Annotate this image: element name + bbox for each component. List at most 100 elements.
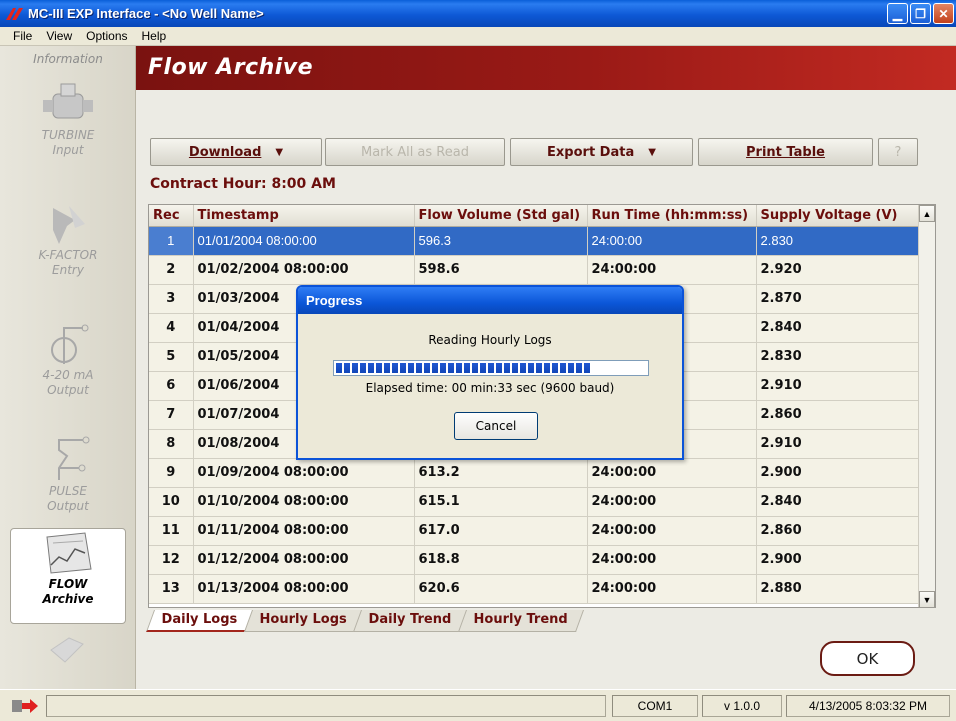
- table-cell: 617.0: [414, 516, 588, 546]
- table-row[interactable]: 12 01/12/2004 08:00:00 618.8 24:00:00 2.900: [149, 545, 920, 575]
- scroll-up-icon[interactable]: ▲: [919, 205, 935, 222]
- table-cell: 615.1: [414, 487, 588, 517]
- table-cell: 2.920: [756, 255, 920, 285]
- sidebar-item-sublabel: Output: [47, 499, 89, 513]
- print-table-button[interactable]: Print Table: [698, 138, 873, 166]
- table-cell: 2.870: [756, 284, 920, 314]
- progress-segment: [400, 363, 406, 373]
- sidebar-item-label: 4-20 mA: [42, 368, 94, 382]
- exit-icon[interactable]: [10, 697, 40, 715]
- sidebar-item-information[interactable]: Information: [0, 52, 136, 66]
- close-button[interactable]: ✕: [933, 3, 954, 24]
- table-cell: 01/09/2004 08:00:00: [193, 458, 415, 488]
- progress-segment: [544, 363, 550, 373]
- table-cell: 10: [149, 487, 194, 517]
- maximize-button[interactable]: ❐: [910, 3, 931, 24]
- table-cell: 7: [149, 400, 194, 430]
- menu-view[interactable]: View: [39, 29, 79, 43]
- table-cell: 2.830: [756, 342, 920, 372]
- table-row[interactable]: 9 01/09/2004 08:00:00 613.2 24:00:00 2.900: [149, 458, 920, 488]
- ok-button[interactable]: OK: [820, 641, 915, 676]
- column-header-run-time[interactable]: Run Time (hh:mm:ss): [587, 205, 757, 227]
- table-cell: 24:00:00: [587, 574, 757, 604]
- title-bar[interactable]: MC-III EXP Interface - <No Well Name> ▁ …: [0, 0, 956, 27]
- contract-hour: Contract Hour: 8:00 AM: [150, 176, 336, 192]
- tab-hourly-trend[interactable]: Hourly Trend: [457, 610, 584, 632]
- window-title: MC-III EXP Interface - <No Well Name>: [28, 6, 264, 21]
- menu-file[interactable]: File: [6, 29, 39, 43]
- progress-segment: [576, 363, 582, 373]
- status-bar: COM1 v 1.0.0 4/13/2005 8:03:32 PM: [0, 689, 956, 721]
- help-button[interactable]: ?: [878, 138, 918, 166]
- sidebar-item-flow-archive[interactable]: FLOW Archive: [10, 528, 126, 624]
- table-cell: 2.860: [756, 516, 920, 546]
- column-header-rec[interactable]: Rec: [149, 205, 194, 227]
- sidebar-item-sublabel: Entry: [52, 263, 84, 277]
- column-header-timestamp[interactable]: Timestamp: [193, 205, 415, 227]
- table-cell: 2: [149, 255, 194, 285]
- table-row[interactable]: 1 01/01/2004 08:00:00 596.3 24:00:00 2.830: [149, 226, 920, 256]
- column-header-supply-voltage[interactable]: Supply Voltage (V): [756, 205, 920, 227]
- column-header-flow-volume[interactable]: Flow Volume (Std gal): [414, 205, 588, 227]
- menu-help[interactable]: Help: [135, 29, 174, 43]
- table-cell: 24:00:00: [587, 226, 757, 256]
- table-cell: 613.2: [414, 458, 588, 488]
- sidebar-item-label: TURBINE: [41, 128, 95, 142]
- progress-segment: [440, 363, 446, 373]
- faded-tool-icon: [39, 630, 97, 678]
- mark-all-read-button[interactable]: Mark All as Read: [325, 138, 505, 166]
- table-cell: 596.3: [414, 226, 588, 256]
- progress-segment: [560, 363, 566, 373]
- progress-segment: [336, 363, 342, 373]
- chevron-down-icon: ▼: [275, 146, 284, 158]
- progress-segment: [344, 363, 350, 373]
- table-row[interactable]: 11 01/11/2004 08:00:00 617.0 24:00:00 2.860: [149, 516, 920, 546]
- progress-segment: [392, 363, 398, 373]
- progress-segment: [520, 363, 526, 373]
- table-cell: 24:00:00: [587, 545, 757, 575]
- table-cell: 2.840: [756, 313, 920, 343]
- table-cell: 24:00:00: [587, 487, 757, 517]
- export-label: Export Data: [547, 144, 635, 160]
- minimize-button[interactable]: ▁: [887, 3, 908, 24]
- tab-hourly-logs[interactable]: Hourly Logs: [243, 610, 363, 632]
- export-data-button[interactable]: Export Data ▼: [510, 138, 693, 166]
- sidebar-item-turbine[interactable]: TURBINE Input: [10, 80, 126, 176]
- tab-label: Daily Logs: [161, 612, 238, 627]
- table-row[interactable]: 2 01/02/2004 08:00:00 598.6 24:00:00 2.920: [149, 255, 920, 285]
- progress-segment: [504, 363, 510, 373]
- table-cell: 24:00:00: [587, 458, 757, 488]
- sidebar-item-extra[interactable]: [10, 630, 126, 682]
- status-datetime: 4/13/2005 8:03:32 PM: [786, 695, 950, 717]
- cancel-button[interactable]: Cancel: [454, 412, 538, 440]
- progress-segment: [480, 363, 486, 373]
- table-cell: 620.6: [414, 574, 588, 604]
- vertical-scrollbar[interactable]: ▲ ▼: [918, 205, 935, 607]
- tab-label: Hourly Logs: [259, 612, 347, 627]
- progress-segment: [424, 363, 430, 373]
- dialog-title[interactable]: Progress: [298, 287, 682, 314]
- progress-segment: [472, 363, 478, 373]
- sidebar-item-4-20-ma[interactable]: 4-20 mA Output: [10, 320, 126, 416]
- progress-bar: [333, 360, 649, 376]
- table-row[interactable]: 10 01/10/2004 08:00:00 615.1 24:00:00 2.840: [149, 487, 920, 517]
- sidebar-item-k-factor[interactable]: K-FACTOR Entry: [10, 200, 126, 296]
- progress-segment: [488, 363, 494, 373]
- progress-segment: [512, 363, 518, 373]
- sidebar-item-sublabel: Archive: [42, 592, 94, 606]
- sidebar-item-pulse[interactable]: PULSE Output: [10, 436, 126, 532]
- sidebar-item-label: PULSE: [49, 484, 87, 498]
- menu-options[interactable]: Options: [79, 29, 134, 43]
- help-icon: ?: [894, 144, 902, 160]
- table-cell: 01/13/2004 08:00:00: [193, 574, 415, 604]
- download-button[interactable]: Download ▼: [150, 138, 322, 166]
- progress-dialog[interactable]: Progress Reading Hourly Logs Elapsed tim…: [296, 285, 684, 460]
- table-row[interactable]: 13 01/13/2004 08:00:00 620.6 24:00:00 2.880: [149, 574, 920, 604]
- analog-output-icon: [39, 320, 97, 368]
- table-cell: 4: [149, 313, 194, 343]
- scroll-down-icon[interactable]: ▼: [919, 591, 935, 607]
- tab-daily-trend[interactable]: Daily Trend: [352, 610, 468, 632]
- progress-segment: [528, 363, 534, 373]
- tab-daily-logs[interactable]: Daily Logs: [145, 610, 254, 632]
- progress-fill: [336, 363, 646, 373]
